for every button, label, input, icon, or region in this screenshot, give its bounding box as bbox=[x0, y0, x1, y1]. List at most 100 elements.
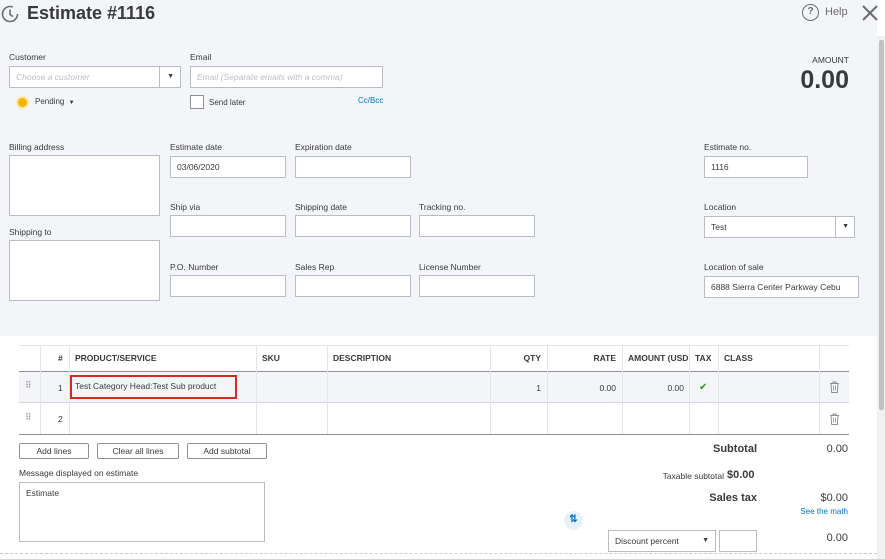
taxable-subtotal-value: $0.00 bbox=[727, 469, 755, 481]
billing-address-field[interactable] bbox=[9, 155, 160, 216]
estimate-date-field[interactable]: 03/06/2020 bbox=[170, 156, 286, 178]
sales-tax-label: Sales tax bbox=[709, 492, 757, 504]
add-subtotal-button[interactable]: Add subtotal bbox=[187, 443, 267, 459]
col-divider bbox=[256, 346, 257, 434]
amount-label: AMOUNT bbox=[812, 55, 849, 65]
table-bottom-border bbox=[19, 434, 849, 435]
chevron-down-icon[interactable]: ▼ bbox=[167, 67, 174, 87]
pending-icon bbox=[16, 96, 29, 109]
col-divider bbox=[547, 346, 548, 434]
row-num: 2 bbox=[58, 414, 63, 424]
drag-handle-icon[interactable]: ⠿ bbox=[25, 413, 32, 422]
tracking-no-field[interactable] bbox=[419, 215, 535, 237]
location-select[interactable]: Test ▼ bbox=[704, 216, 855, 238]
shipping-date-label: Shipping date bbox=[295, 202, 347, 212]
estimate-date-label: Estimate date bbox=[170, 142, 222, 152]
chevron-down-icon: ▼ bbox=[702, 537, 709, 544]
location-of-sale-field[interactable]: 6888 Sierra Center Parkway Cebu bbox=[704, 276, 859, 298]
add-lines-button[interactable]: Add lines bbox=[19, 443, 89, 459]
status-label: Pending bbox=[35, 97, 65, 106]
shipping-to-label: Shipping to bbox=[9, 227, 52, 237]
help-link[interactable]: Help bbox=[825, 6, 848, 18]
discount-value-field[interactable] bbox=[719, 530, 757, 552]
billing-address-label: Billing address bbox=[9, 142, 65, 152]
close-icon[interactable] bbox=[860, 3, 880, 23]
help-icon[interactable]: ? bbox=[802, 4, 819, 21]
col-divider bbox=[689, 346, 690, 434]
email-placeholder: Email (Separate emails with a comma) bbox=[197, 72, 343, 82]
ship-via-label: Ship via bbox=[170, 202, 201, 212]
subtotal-value: 0.00 bbox=[826, 443, 848, 455]
header-num: # bbox=[58, 353, 63, 363]
message-value: Estimate bbox=[26, 488, 60, 498]
customer-label: Customer bbox=[9, 52, 46, 62]
message-label: Message displayed on estimate bbox=[19, 468, 139, 478]
send-later-label: Send later bbox=[209, 98, 246, 107]
license-number-field[interactable] bbox=[419, 275, 535, 297]
trash-icon[interactable] bbox=[829, 381, 840, 393]
location-of-sale-label: Location of sale bbox=[704, 262, 764, 272]
col-divider bbox=[819, 346, 820, 434]
estimate-no-label: Estimate no. bbox=[704, 142, 752, 152]
col-divider bbox=[718, 346, 719, 434]
trash-icon[interactable] bbox=[829, 413, 840, 425]
col-divider bbox=[327, 346, 328, 434]
shipping-date-field[interactable] bbox=[295, 215, 411, 237]
subtotal-label: Subtotal bbox=[713, 443, 757, 455]
estimate-no-field[interactable]: 1116 bbox=[704, 156, 808, 178]
dropdown-divider bbox=[835, 217, 836, 237]
chevron-down-icon: ▼ bbox=[68, 100, 75, 106]
history-icon[interactable] bbox=[0, 4, 20, 24]
row-num: 1 bbox=[58, 383, 63, 393]
customer-select[interactable]: Choose a customer ▼ bbox=[9, 66, 181, 88]
chevron-down-icon[interactable]: ▼ bbox=[842, 217, 849, 237]
email-field[interactable]: Email (Separate emails with a comma) bbox=[190, 66, 383, 88]
ship-via-field[interactable] bbox=[170, 215, 286, 237]
header-qty: QTY bbox=[523, 353, 541, 363]
col-divider bbox=[622, 346, 623, 434]
scrollbar-thumb[interactable] bbox=[879, 40, 884, 410]
send-later-checkbox[interactable] bbox=[190, 95, 204, 109]
header-tax: TAX bbox=[695, 353, 712, 363]
sales-rep-field[interactable] bbox=[295, 275, 411, 297]
bottom-divider bbox=[0, 553, 877, 559]
po-number-field[interactable] bbox=[170, 275, 286, 297]
dropdown-divider bbox=[159, 67, 160, 87]
expiration-date-field[interactable] bbox=[295, 156, 411, 178]
clear-all-lines-button[interactable]: Clear all lines bbox=[97, 443, 179, 459]
message-field[interactable]: Estimate bbox=[19, 482, 265, 542]
sales-rep-label: Sales Rep bbox=[295, 262, 335, 272]
sales-tax-value: $0.00 bbox=[820, 492, 848, 504]
header-sku: SKU bbox=[262, 353, 280, 363]
status-dropdown[interactable]: Pending ▼ bbox=[35, 97, 75, 106]
page-title: Estimate #1116 bbox=[27, 3, 156, 23]
header-class: CLASS bbox=[724, 353, 753, 363]
header-description: DESCRIPTION bbox=[333, 353, 392, 363]
header-product: PRODUCT/SERVICE bbox=[75, 353, 157, 363]
location-value: Test bbox=[711, 222, 727, 232]
location-label: Location bbox=[704, 202, 737, 212]
amount-cell[interactable]: 0.00 bbox=[625, 383, 684, 393]
po-number-label: P.O. Number bbox=[170, 262, 219, 272]
header-amount: AMOUNT (USD bbox=[628, 353, 689, 363]
row-divider bbox=[19, 402, 849, 403]
see-the-math-link[interactable]: See the math bbox=[800, 507, 848, 516]
tax-check-icon[interactable]: ✔ bbox=[699, 382, 707, 393]
discount-type-select[interactable]: Discount percent ▼ bbox=[608, 530, 716, 552]
email-label: Email bbox=[190, 52, 212, 62]
cc-bcc-link[interactable]: Cc/Bcc bbox=[358, 96, 383, 105]
amount-value: 0.00 bbox=[800, 66, 849, 94]
product-cell[interactable]: Test Category Head:Test Sub product bbox=[70, 375, 237, 399]
discount-type-value: Discount percent bbox=[615, 536, 679, 546]
header-rate: RATE bbox=[593, 353, 616, 363]
rate-cell[interactable]: 0.00 bbox=[555, 383, 616, 393]
swap-icon[interactable]: ⇅ bbox=[564, 511, 583, 530]
table-top-border bbox=[19, 345, 849, 346]
drag-handle-icon[interactable]: ⠿ bbox=[25, 381, 32, 390]
discount-total-value: 0.00 bbox=[826, 532, 848, 544]
taxable-subtotal-label: Taxable subtotal bbox=[662, 471, 724, 481]
qty-cell[interactable]: 1 bbox=[500, 383, 541, 393]
shipping-to-field[interactable] bbox=[9, 240, 160, 301]
col-divider bbox=[490, 346, 491, 434]
tracking-no-label: Tracking no. bbox=[419, 202, 466, 212]
